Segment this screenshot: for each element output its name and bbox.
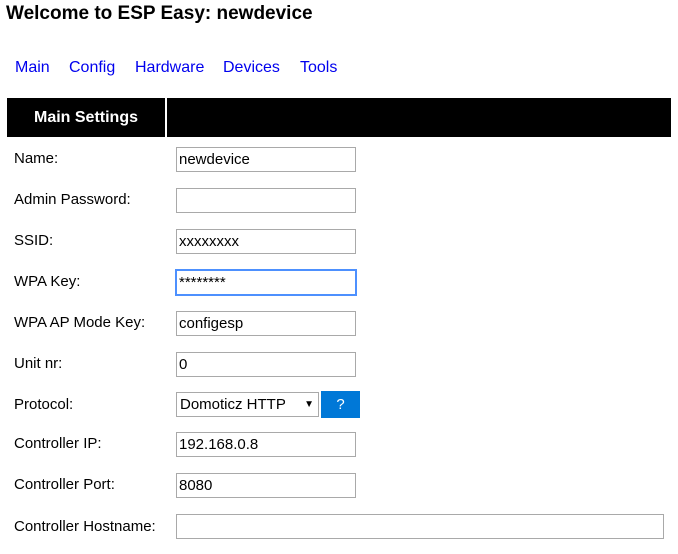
nav-devices[interactable]: Devices: [223, 58, 280, 78]
nav-config[interactable]: Config: [69, 58, 115, 78]
controller-port-input[interactable]: [176, 473, 356, 498]
wpa-ap-mode-key-input[interactable]: [176, 311, 356, 336]
protocol-select[interactable]: Domoticz HTTP ▼: [176, 392, 319, 417]
nav-main[interactable]: Main: [15, 58, 50, 78]
section-header: Main Settings: [7, 98, 167, 137]
protocol-help-button[interactable]: ?: [321, 391, 360, 418]
wpa-ap-mode-key-label: WPA AP Mode Key:: [14, 314, 146, 331]
name-input[interactable]: [176, 147, 356, 172]
name-label: Name:: [14, 150, 59, 167]
unit-nr-input[interactable]: [176, 352, 356, 377]
controller-hostname-label: Controller Hostname:: [14, 518, 156, 535]
controller-hostname-input[interactable]: [176, 514, 664, 539]
controller-ip-label: Controller IP:: [14, 435, 102, 452]
dropdown-arrow-icon: ▼: [304, 399, 314, 410]
admin-password-input[interactable]: [176, 188, 356, 213]
wpa-key-label: WPA Key:: [14, 273, 81, 290]
nav-hardware[interactable]: Hardware: [135, 58, 204, 78]
controller-port-label: Controller Port:: [14, 476, 115, 493]
settings-header-bar: Main Settings: [7, 98, 671, 137]
controller-ip-input[interactable]: [176, 432, 356, 457]
admin-password-label: Admin Password:: [14, 191, 131, 208]
unit-nr-label: Unit nr:: [14, 355, 63, 372]
protocol-selected-value: Domoticz HTTP: [180, 396, 286, 413]
nav-tools[interactable]: Tools: [300, 58, 337, 78]
protocol-label: Protocol:: [14, 396, 74, 413]
ssid-input[interactable]: [176, 229, 356, 254]
ssid-label: SSID:: [14, 232, 54, 249]
page-title: Welcome to ESP Easy: newdevice: [6, 3, 313, 24]
wpa-key-input[interactable]: [176, 270, 356, 295]
